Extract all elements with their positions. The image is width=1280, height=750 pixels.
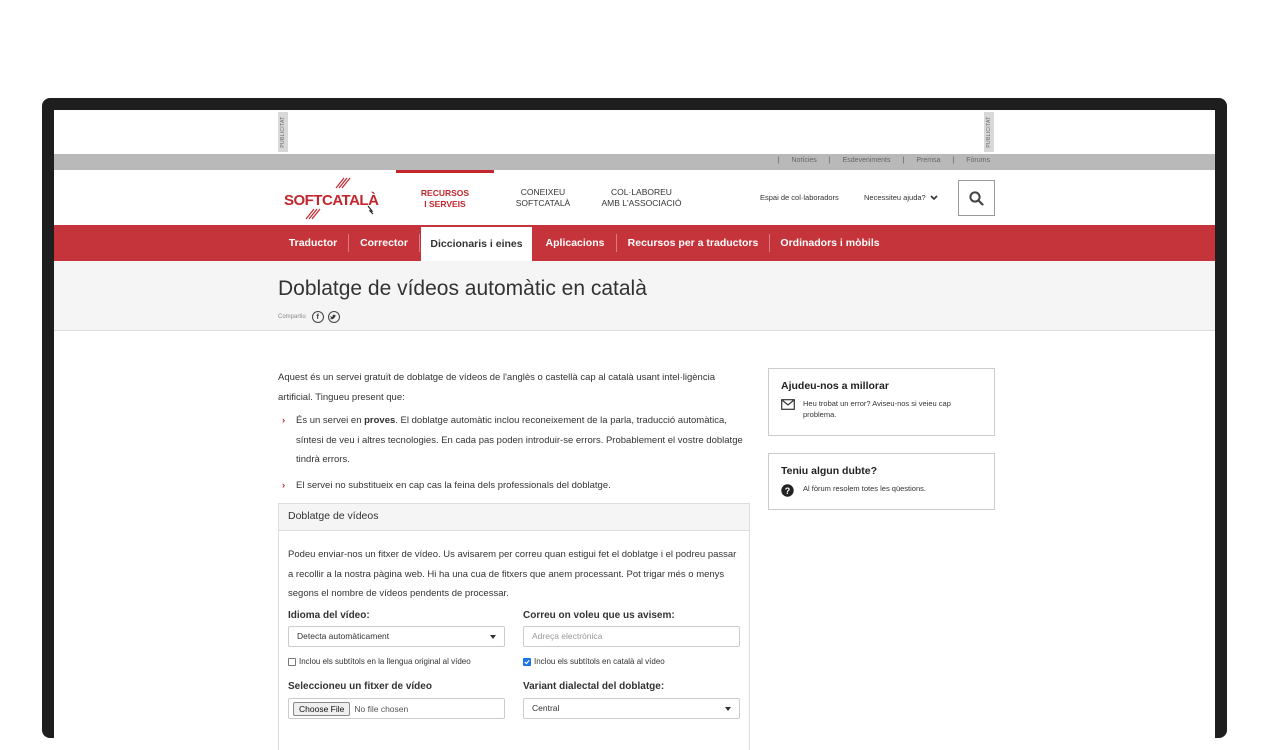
feedback-title: Ajudeu-nos a millorar [781, 380, 889, 392]
ad-label-text: PUBLICITAT [986, 116, 992, 148]
dubbing-panel: Doblatge de vídeos Podeu enviar-nos un f… [278, 503, 750, 750]
browser-viewport: PUBLICITAT PUBLICITAT | Notícies | Esdev… [54, 110, 1215, 750]
device-frame: PUBLICITAT PUBLICITAT | Notícies | Esdev… [42, 98, 1227, 750]
tab-ordinadors-mobils[interactable]: Ordinadors i mòbils [770, 225, 890, 261]
ad-banner: PUBLICITAT PUBLICITAT [54, 110, 1215, 154]
feedback-text[interactable]: Heu trobat un error? Aviseu-nos si veieu… [803, 398, 982, 420]
file-label: Seleccioneu un fitxer de vídeo [288, 681, 432, 692]
video-language-label: Idioma del vídeo: [288, 610, 370, 621]
tab-traductor[interactable]: Traductor [278, 225, 348, 261]
ad-label-text: PUBLICITAT [280, 116, 286, 148]
dialect-variant-label: Variant dialectal del doblatge: [523, 681, 665, 692]
ad-label-right: PUBLICITAT [984, 112, 994, 152]
chevron-down-icon [930, 195, 938, 201]
search-icon [969, 190, 984, 206]
check-icon [524, 659, 530, 664]
top-link-forums[interactable]: Fòrums [960, 157, 996, 164]
file-status: No file chosen [354, 703, 409, 714]
question-circle-icon: ? [781, 484, 795, 500]
file-input[interactable]: Choose File No file chosen [288, 698, 505, 719]
share-label: Compartiu [278, 314, 306, 320]
list-item: › És un servei en proves. El doblatge au… [278, 411, 750, 470]
questions-text[interactable]: Al fòrum resolem totes les qüestions. [803, 483, 926, 500]
checkbox-box[interactable] [288, 657, 296, 666]
dialect-variant-select[interactable]: Central [523, 698, 740, 719]
tab-corrector[interactable]: Corrector [349, 225, 419, 261]
intro-text: Aquest és un servei gratuït de doblatge … [278, 372, 715, 403]
panel-heading: Doblatge de vídeos [279, 504, 749, 531]
help-dropdown[interactable]: Necessiteu ajuda? [864, 193, 938, 202]
share-bar: Compartiu f [278, 311, 340, 323]
catalan-subtitles-checkbox[interactable]: Inclou els subtítols en català al vídeo [523, 657, 665, 666]
list-item: › El servei no substitueix en cap cas la… [278, 476, 750, 496]
page-header: Doblatge de vídeos automàtic en català C… [54, 261, 1215, 331]
chevron-right-icon: › [282, 415, 286, 426]
email-label: Correu on voleu que us avisem: [523, 610, 675, 621]
chevron-right-icon: › [282, 479, 286, 491]
panel-description: Podeu enviar-nos un fitxer de vídeo. Us … [288, 549, 737, 599]
questions-box: Teniu algun dubte? ? Al fòrum resolem to… [768, 453, 995, 510]
top-link-noticies[interactable]: Notícies [786, 157, 823, 164]
checkbox-checked[interactable] [523, 657, 531, 666]
nav-coneixeu-softcatala[interactable]: CONEIXEU SOFTCATALÀ [504, 170, 582, 225]
questions-title: Teniu algun dubte? [781, 465, 878, 477]
page-title: Doblatge de vídeos automàtic en català [278, 277, 647, 300]
caret-down-icon [490, 635, 496, 639]
envelope-icon [781, 399, 795, 420]
tab-recursos-traductors[interactable]: Recursos per a traductors [617, 225, 769, 261]
tab-diccionaris-eines[interactable]: Diccionaris i eines [421, 227, 532, 261]
collaborators-link[interactable]: Espai de col·laboradors [760, 193, 839, 202]
search-button[interactable] [958, 180, 995, 216]
video-language-select[interactable]: Detecta automàticament [288, 626, 505, 647]
main-content: Aquest és un servei gratuït de doblatge … [278, 368, 750, 495]
site-header: SOFTCATALÀ RECURSOS I SERVEIS CONEIXEU SOF… [54, 170, 1215, 225]
feedback-box: Ajudeu-nos a millorar Heu trobat un erro… [768, 368, 995, 436]
tab-aplicacions[interactable]: Aplicacions [534, 225, 616, 261]
top-link-esdeveniments[interactable]: Esdeveniments [837, 157, 897, 164]
softcatala-logo[interactable]: SOFTCATALÀ [284, 176, 379, 220]
caret-down-icon [725, 707, 731, 711]
nav-col-laboreu[interactable]: COL·LABOREU AMB L'ASSOCIACIÓ [594, 170, 689, 225]
logo-text: SOFTCATALÀ [284, 192, 379, 209]
choose-file-button[interactable]: Choose File [293, 701, 351, 716]
svg-text:?: ? [785, 486, 791, 496]
facebook-icon[interactable]: f [311, 311, 324, 323]
top-link-premsa[interactable]: Premsa [910, 157, 946, 164]
top-links-bar: | Notícies | Esdeveniments | Premsa | Fò… [54, 154, 1215, 170]
email-input[interactable]: Adreça electrònica [523, 626, 740, 647]
nav-recursos-serveis[interactable]: RECURSOS I SERVEIS [396, 170, 494, 225]
original-subtitles-checkbox[interactable]: Inclou els subtítols en la llengua origi… [288, 657, 471, 666]
twitter-icon[interactable] [327, 311, 340, 323]
section-nav: Traductor Corrector Diccionaris i eines … [54, 225, 1215, 261]
ad-label-left: PUBLICITAT [278, 112, 288, 152]
